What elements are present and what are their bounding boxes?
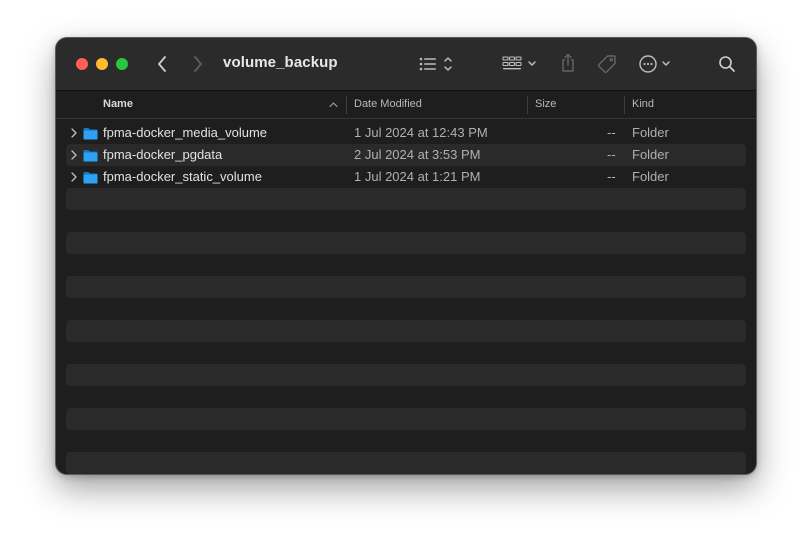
file-kind: Folder — [632, 125, 669, 140]
group-button[interactable] — [502, 54, 542, 74]
minimize-window-button[interactable] — [96, 58, 108, 70]
chevron-left-icon — [158, 56, 166, 72]
chevron-right-icon — [194, 56, 202, 72]
empty-row — [66, 298, 746, 320]
empty-row — [66, 386, 746, 408]
file-kind: Folder — [632, 147, 669, 162]
search-icon — [719, 56, 735, 72]
more-actions-button[interactable] — [638, 54, 678, 74]
column-divider[interactable] — [346, 96, 347, 114]
column-date-header[interactable]: Date Modified — [354, 98, 422, 110]
file-date: 1 Jul 2024 at 12:43 PM — [354, 125, 488, 140]
tag-button[interactable] — [596, 53, 618, 75]
sort-ascending-icon[interactable] — [329, 101, 338, 108]
empty-row — [66, 430, 746, 452]
list-view-icon — [419, 57, 452, 71]
file-row[interactable]: fpma-docker_pgdata 2 Jul 2024 at 3:53 PM… — [66, 144, 746, 166]
file-size: -- — [607, 125, 616, 140]
file-row[interactable]: fpma-docker_static_volume 1 Jul 2024 at … — [66, 166, 746, 188]
column-name-header[interactable]: Name — [103, 98, 133, 110]
folder-icon — [83, 128, 98, 140]
file-name: fpma-docker_pgdata — [103, 147, 223, 162]
tag-icon — [597, 55, 616, 74]
column-divider[interactable] — [527, 96, 528, 114]
empty-row — [66, 276, 746, 298]
column-header: Name Date Modified Size Kind — [56, 91, 756, 119]
file-name: fpma-docker_media_volume — [103, 125, 268, 140]
file-size: -- — [607, 147, 616, 162]
disclosure-triangle-icon[interactable] — [71, 128, 77, 138]
column-divider[interactable] — [624, 96, 625, 114]
file-date: 1 Jul 2024 at 1:21 PM — [354, 169, 481, 184]
share-button[interactable] — [558, 52, 578, 74]
share-icon — [562, 53, 574, 72]
file-list: fpma-docker_media_volume 1 Jul 2024 at 1… — [66, 122, 746, 474]
empty-row — [66, 452, 746, 474]
disclosure-triangle-icon[interactable] — [71, 172, 77, 182]
view-options-button[interactable] — [418, 54, 458, 74]
folder-icon — [83, 172, 98, 184]
empty-row — [66, 254, 746, 276]
file-kind: Folder — [632, 169, 669, 184]
toolbar: volume_backup — [56, 38, 756, 91]
finder-window: volume_backup Name Date Modified Size Ki… — [56, 38, 756, 474]
empty-row — [66, 408, 746, 430]
search-button[interactable] — [716, 53, 738, 75]
empty-row — [66, 210, 746, 232]
zoom-window-button[interactable] — [116, 58, 128, 70]
empty-row — [66, 232, 746, 254]
window-title: volume_backup — [223, 54, 338, 71]
empty-row — [66, 364, 746, 386]
ellipsis-circle-icon — [639, 55, 670, 73]
column-kind-header[interactable]: Kind — [632, 98, 654, 110]
empty-row — [66, 320, 746, 342]
grid-group-icon — [502, 56, 536, 70]
empty-row — [66, 188, 746, 210]
file-name: fpma-docker_static_volume — [103, 169, 262, 184]
column-size-header[interactable]: Size — [535, 98, 556, 110]
file-row[interactable]: fpma-docker_media_volume 1 Jul 2024 at 1… — [66, 122, 746, 144]
file-size: -- — [607, 169, 616, 184]
back-button[interactable] — [154, 54, 170, 74]
empty-row — [66, 342, 746, 364]
close-window-button[interactable] — [76, 58, 88, 70]
disclosure-triangle-icon[interactable] — [71, 150, 77, 160]
forward-button[interactable] — [190, 54, 206, 74]
file-date: 2 Jul 2024 at 3:53 PM — [354, 147, 481, 162]
folder-icon — [83, 150, 98, 162]
